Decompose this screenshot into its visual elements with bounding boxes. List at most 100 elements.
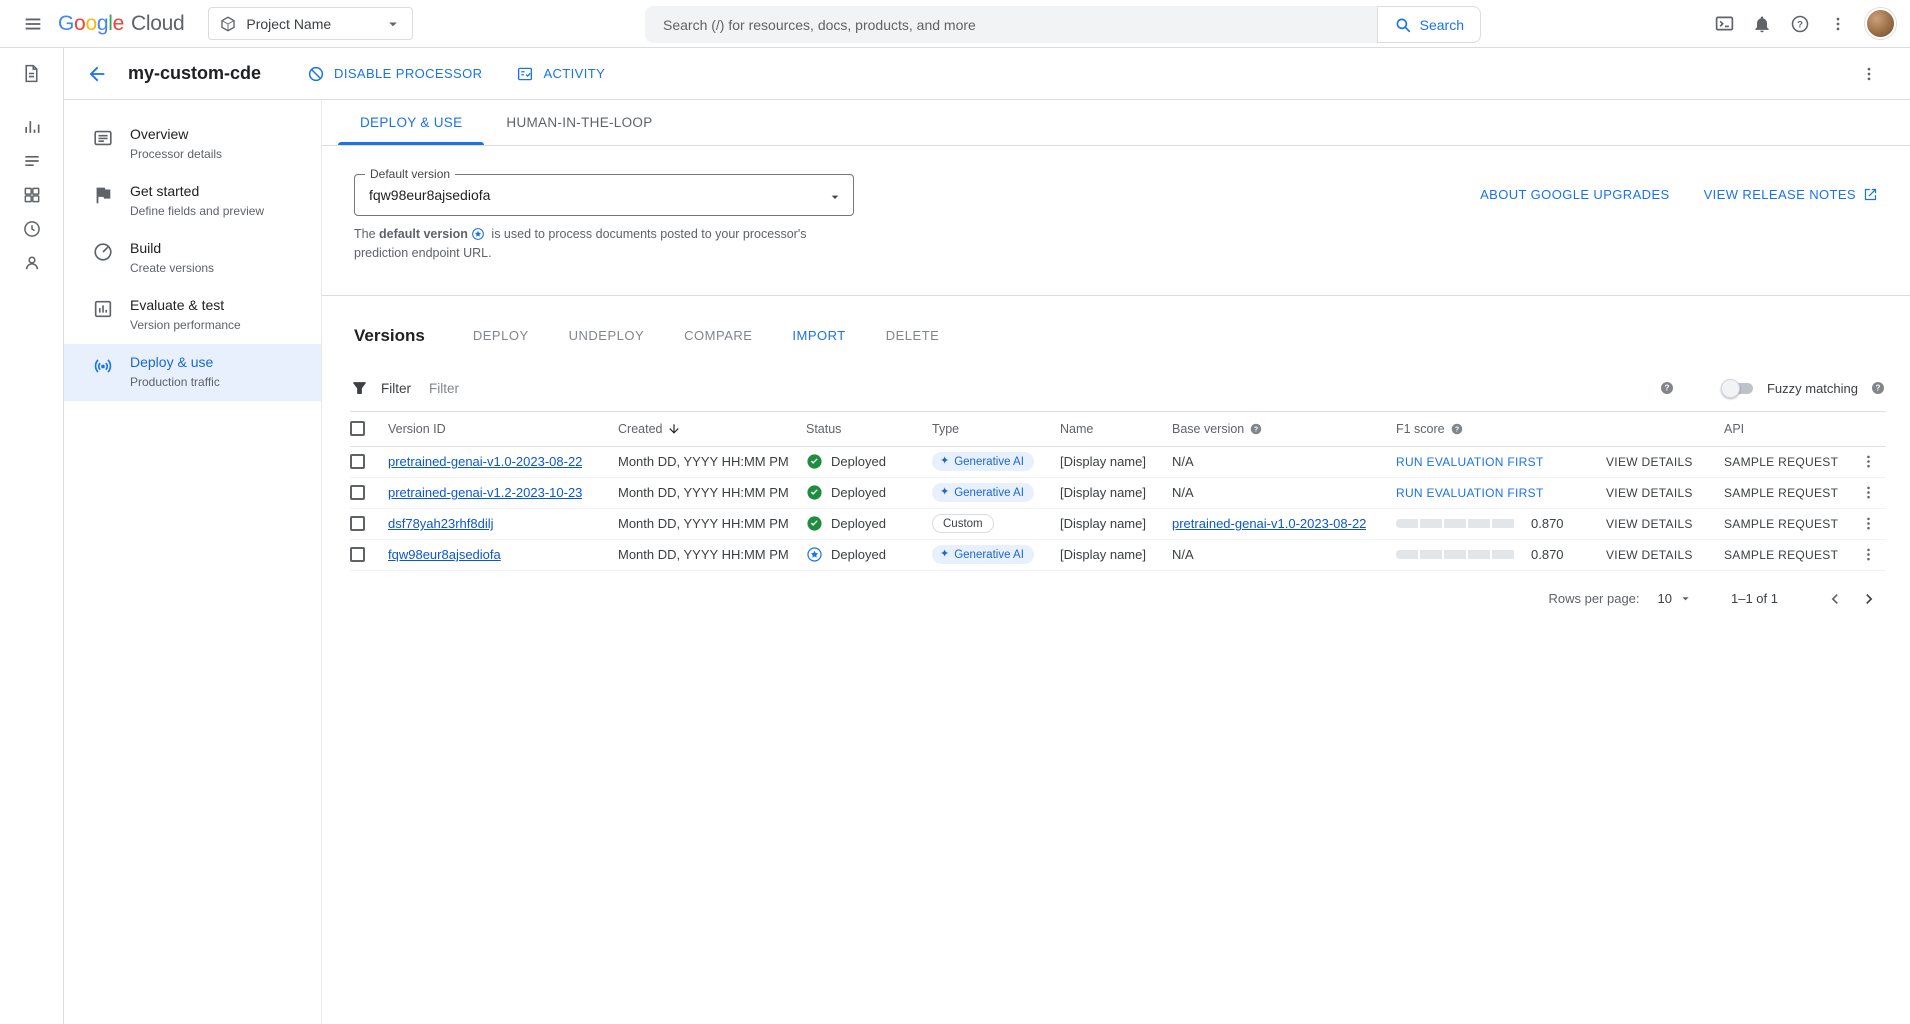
- sidebar-item-label: Deploy & use: [130, 354, 220, 372]
- document-ai-button[interactable]: [15, 56, 49, 90]
- view-details-button[interactable]: VIEW DETAILS: [1606, 486, 1693, 500]
- base-version-help-icon[interactable]: ?: [1249, 422, 1263, 436]
- svg-text:?: ?: [1876, 384, 1881, 393]
- fuzzy-matching-help-icon[interactable]: ?: [1870, 380, 1886, 396]
- version-id-link[interactable]: pretrained-genai-v1.2-2023-10-23: [388, 485, 582, 500]
- column-header-created[interactable]: Created: [618, 412, 806, 446]
- hamburger-menu-button[interactable]: [14, 5, 52, 43]
- build-icon: [92, 241, 114, 263]
- column-header-f1-score[interactable]: F1 score ?: [1396, 412, 1606, 446]
- select-all-checkbox[interactable]: [350, 421, 365, 436]
- version-id-link[interactable]: fqw98eur8ajsediofa: [388, 547, 501, 562]
- delete-button[interactable]: DELETE: [886, 328, 940, 343]
- rows-per-page-value: 10: [1658, 591, 1672, 606]
- view-details-button[interactable]: VIEW DETAILS: [1606, 455, 1693, 469]
- sidebar-item-label: Evaluate & test: [130, 297, 241, 315]
- cloud-shell-button[interactable]: [1705, 5, 1743, 43]
- search-button[interactable]: Search: [1377, 6, 1481, 43]
- sidebar-item-deploy-use[interactable]: Deploy & use Production traffic: [64, 344, 321, 401]
- about-google-upgrades-link[interactable]: ABOUT GOOGLE UPGRADES: [1480, 187, 1669, 202]
- disable-processor-label: DISABLE PROCESSOR: [334, 66, 482, 81]
- pagination-range: 1–1 of 1: [1731, 591, 1778, 606]
- f1-score-bar: [1396, 519, 1516, 528]
- base-version-link[interactable]: pretrained-genai-v1.0-2023-08-22: [1172, 516, 1366, 531]
- sample-request-button[interactable]: SAMPLE REQUEST: [1724, 548, 1838, 562]
- run-evaluation-first-button[interactable]: RUN EVALUATION FIRST: [1396, 455, 1544, 469]
- display-name: [Display name]: [1060, 516, 1146, 531]
- open-in-new-icon: [1863, 187, 1878, 202]
- row-menu-button[interactable]: [1860, 453, 1877, 470]
- help-button[interactable]: ?: [1781, 5, 1819, 43]
- rail-insights-button[interactable]: [15, 110, 49, 144]
- version-id-link[interactable]: pretrained-genai-v1.0-2023-08-22: [388, 454, 582, 469]
- page-more-options-button[interactable]: [1850, 55, 1888, 93]
- search-input[interactable]: [645, 6, 1377, 43]
- google-cloud-logo[interactable]: Google Cloud: [58, 12, 184, 36]
- rows-per-page-select[interactable]: 10: [1658, 591, 1693, 606]
- wifi-tethering-icon: [92, 355, 114, 377]
- column-header-status[interactable]: Status: [806, 412, 932, 446]
- row-menu-button[interactable]: [1860, 515, 1877, 532]
- sidebar-item-sublabel: Create versions: [130, 261, 214, 277]
- row-checkbox[interactable]: [350, 485, 365, 500]
- column-header-type[interactable]: Type: [932, 412, 1060, 446]
- version-id-link[interactable]: dsf78yah23rhf8dilj: [388, 516, 494, 531]
- undeploy-button[interactable]: UNDEPLOY: [569, 328, 645, 343]
- display-name: [Display name]: [1060, 485, 1146, 500]
- column-header-version-id[interactable]: Version ID: [388, 412, 618, 446]
- previous-page-button[interactable]: [1818, 582, 1852, 616]
- column-header-base-version[interactable]: Base version ?: [1172, 412, 1396, 446]
- table-filter-bar: Filter ? Fuzzy matching ?: [350, 366, 1886, 412]
- row-checkbox[interactable]: [350, 516, 365, 531]
- import-button[interactable]: IMPORT: [792, 328, 845, 343]
- row-checkbox[interactable]: [350, 547, 365, 562]
- table-header-row: Version ID Created Status Type Name Base…: [350, 412, 1886, 447]
- clock-icon: [22, 219, 42, 239]
- deploy-button[interactable]: DEPLOY: [473, 328, 529, 343]
- sidebar-item-overview[interactable]: Overview Processor details: [64, 116, 321, 173]
- compare-button[interactable]: COMPARE: [684, 328, 752, 343]
- filter-input[interactable]: [429, 381, 1647, 396]
- tab-human-in-the-loop[interactable]: HUMAN-IN-THE-LOOP: [484, 100, 674, 145]
- rail-history-button[interactable]: [15, 212, 49, 246]
- back-button[interactable]: [78, 55, 116, 93]
- notifications-button[interactable]: [1743, 5, 1781, 43]
- view-release-notes-link[interactable]: VIEW RELEASE NOTES: [1704, 187, 1878, 202]
- row-menu-button[interactable]: [1860, 546, 1877, 563]
- run-evaluation-first-button[interactable]: RUN EVALUATION FIRST: [1396, 486, 1544, 500]
- f1-score-help-icon[interactable]: ?: [1450, 422, 1464, 436]
- default-version-select[interactable]: Default version fqw98eur8ajsediofa: [354, 174, 854, 216]
- top-app-bar: Google Cloud Project Name Search ?: [0, 0, 1910, 48]
- table-row: dsf78yah23rhf8diljMonth DD, YYYY HH:MM P…: [350, 509, 1886, 540]
- help-icon: ?: [1790, 14, 1810, 34]
- default-version-label: Default version: [365, 167, 455, 181]
- sample-request-button[interactable]: SAMPLE REQUEST: [1724, 517, 1838, 531]
- sidebar-item-evaluate-test[interactable]: Evaluate & test Version performance: [64, 287, 321, 344]
- fuzzy-matching-toggle[interactable]: [1721, 381, 1755, 396]
- more-options-button[interactable]: [1819, 5, 1857, 43]
- account-avatar[interactable]: [1865, 8, 1896, 39]
- column-header-api[interactable]: API: [1724, 412, 1852, 446]
- next-page-button[interactable]: [1852, 582, 1886, 616]
- disable-processor-button[interactable]: DISABLE PROCESSOR: [293, 56, 496, 92]
- sidebar-item-get-started[interactable]: Get started Define fields and preview: [64, 173, 321, 230]
- sample-request-button[interactable]: SAMPLE REQUEST: [1724, 486, 1838, 500]
- rail-gallery-button[interactable]: [15, 178, 49, 212]
- filter-help-icon[interactable]: ?: [1659, 380, 1675, 396]
- column-header-name[interactable]: Name: [1060, 412, 1172, 446]
- row-menu-button[interactable]: [1860, 484, 1877, 501]
- tab-deploy-and-use[interactable]: DEPLOY & USE: [338, 100, 484, 145]
- rail-admin-button[interactable]: [15, 246, 49, 280]
- row-checkbox[interactable]: [350, 454, 365, 469]
- project-selector[interactable]: Project Name: [208, 7, 413, 40]
- rail-list-button[interactable]: [15, 144, 49, 178]
- activity-button[interactable]: ACTIVITY: [502, 56, 619, 92]
- bell-icon: [1752, 14, 1772, 34]
- sample-request-button[interactable]: SAMPLE REQUEST: [1724, 455, 1838, 469]
- sidebar-item-sublabel: Define fields and preview: [130, 204, 264, 220]
- sidebar-item-build[interactable]: Build Create versions: [64, 230, 321, 287]
- view-details-button[interactable]: VIEW DETAILS: [1606, 517, 1693, 531]
- view-details-button[interactable]: VIEW DETAILS: [1606, 548, 1693, 562]
- display-name: [Display name]: [1060, 547, 1146, 562]
- svg-text:?: ?: [1254, 426, 1258, 433]
